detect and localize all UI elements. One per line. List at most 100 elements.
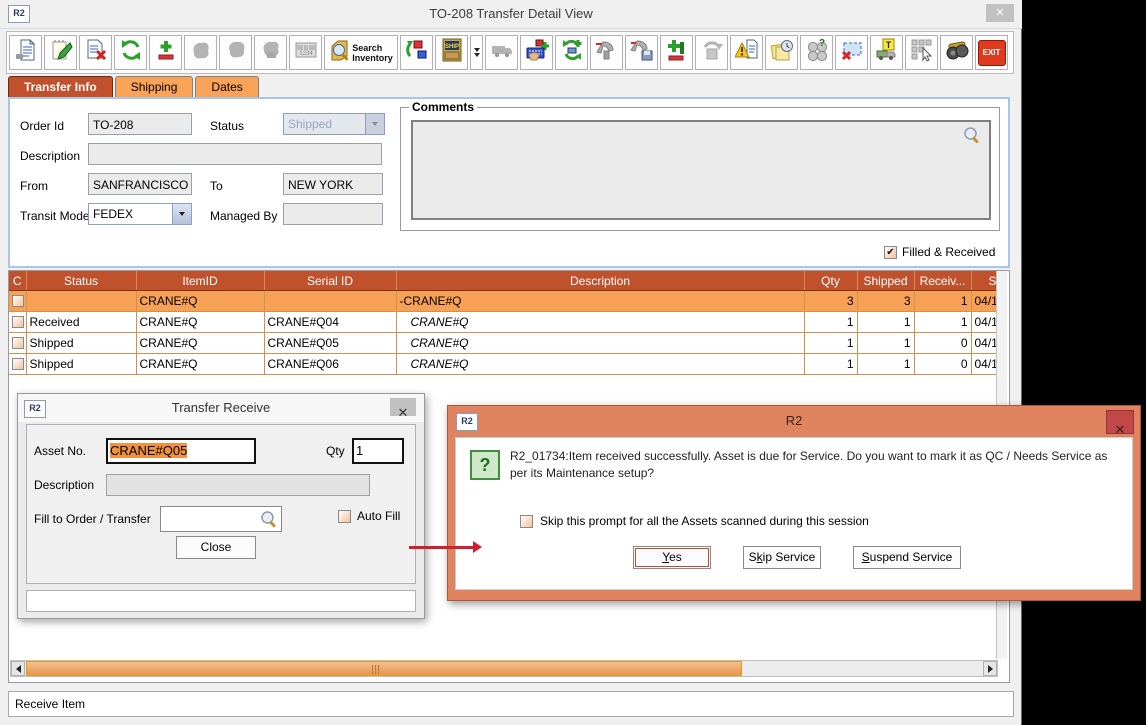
add-item-icon — [154, 38, 178, 67]
fill-item-icon — [189, 38, 213, 67]
col-header-itemid[interactable]: ItemID — [136, 271, 264, 291]
auto-fill-label: Auto Fill — [357, 509, 400, 523]
row-checkbox[interactable] — [12, 337, 24, 349]
comments-group: Comments — [400, 107, 1000, 231]
asset-no-input[interactable]: CRANE#Q05 — [106, 438, 256, 464]
transfer-order-button[interactable] — [400, 35, 433, 70]
new-document-button[interactable] — [9, 35, 42, 70]
auto-fill-row: Auto Fill — [338, 509, 400, 523]
transit-mode-combobox[interactable]: FEDEX — [88, 203, 192, 225]
fill-to-order-input[interactable] — [160, 506, 282, 532]
table-row[interactable]: Received CRANE#Q CRANE#Q04 CRANE#Q 1 1 1… — [9, 312, 999, 333]
transit-dropdown-arrow[interactable] — [172, 204, 191, 224]
comments-label: Comments — [409, 100, 477, 114]
status-label: Status — [210, 119, 244, 133]
tab-shipping[interactable]: Shipping — [115, 76, 194, 97]
add-rail-icon — [665, 38, 689, 67]
scroll-left-button[interactable] — [11, 661, 25, 676]
row-checkbox[interactable] — [12, 316, 24, 328]
receive-refresh-button[interactable] — [555, 35, 588, 70]
transfer-receive-close-button[interactable]: ✕ — [390, 398, 416, 416]
scroll-right-button[interactable] — [983, 661, 997, 676]
fill-item-button-disabled — [184, 35, 217, 70]
scan-save-button[interactable] — [625, 35, 658, 70]
row-checkbox[interactable] — [12, 358, 24, 370]
arrow-left-icon — [16, 665, 21, 673]
ship-options-dropdown[interactable] — [470, 35, 483, 70]
close-button[interactable]: Close — [176, 536, 256, 559]
row-checkbox[interactable] — [12, 295, 24, 307]
browse-assets-button[interactable] — [940, 35, 973, 70]
receive-qty-input[interactable]: 1 — [352, 438, 404, 464]
tab-dates[interactable]: Dates — [195, 76, 258, 97]
order-id-label: Order Id — [20, 119, 64, 133]
skip-prompt-checkbox[interactable] — [520, 515, 533, 528]
notes-history-button[interactable] — [765, 35, 798, 70]
receive-keyboard-button[interactable] — [520, 35, 553, 70]
col-header-serialid[interactable]: Serial ID — [264, 271, 396, 291]
scan-gun-button[interactable] — [590, 35, 623, 70]
browse-assets-icon — [945, 38, 969, 67]
scrollbar-thumb[interactable] — [26, 661, 742, 676]
from-field[interactable]: SANFRANCISCO — [88, 173, 192, 195]
alert-report-button[interactable] — [730, 35, 763, 70]
skip-service-button[interactable]: Skip Service — [743, 546, 821, 569]
managed-by-field[interactable] — [283, 203, 383, 225]
comments-textarea[interactable] — [411, 120, 991, 220]
col-header-c[interactable]: C — [9, 271, 26, 291]
auto-fill-checkbox[interactable] — [338, 510, 351, 523]
swap-icon — [700, 38, 724, 67]
truck-icon — [490, 38, 514, 67]
suspend-service-button[interactable]: Suspend Service — [853, 546, 961, 569]
add-item-button[interactable] — [149, 35, 182, 70]
order-id-field[interactable]: TO-208 — [88, 113, 192, 135]
tab-transfer-info[interactable]: Transfer Info — [8, 76, 113, 97]
table-row[interactable]: CRANE#Q -CRANE#Q 3 3 1 04/19/ — [9, 291, 999, 312]
exit-button[interactable]: EXIT — [975, 35, 1008, 70]
delete-record-icon — [84, 38, 108, 67]
query-assets-button[interactable]: ? — [800, 35, 833, 70]
col-header-date[interactable]: S — [971, 271, 999, 291]
col-header-received[interactable]: Receiv... — [914, 271, 971, 291]
col-header-shipped[interactable]: Shipped — [857, 271, 914, 291]
fill-to-order-label: Fill to Order / Transfer — [34, 512, 151, 526]
receive-keyboard-icon — [525, 38, 549, 67]
clear-selection-button[interactable] — [835, 35, 868, 70]
window-close-button[interactable]: ✕ — [986, 4, 1014, 22]
delete-record-button[interactable] — [79, 35, 112, 70]
dispatch-truck-button[interactable]: T — [870, 35, 903, 70]
status-bar: Receive Item — [8, 691, 1014, 717]
notes-history-icon — [770, 38, 794, 67]
status-combobox: Shipped — [283, 113, 385, 135]
transfer-receive-title: Transfer Receive — [18, 400, 424, 415]
add-rail-button[interactable] — [660, 35, 693, 70]
filled-received-checkbox[interactable]: ✔ — [884, 246, 897, 259]
comments-search-icon[interactable] — [963, 126, 981, 144]
horizontal-scrollbar[interactable] — [10, 660, 998, 677]
r2-dialog-close-button[interactable]: ✕ — [1106, 410, 1134, 434]
thumb-grip — [372, 665, 380, 674]
r2-message-text: R2_01734:Item received successfully. Ass… — [510, 448, 1122, 482]
col-header-status[interactable]: Status — [26, 271, 136, 291]
table-row[interactable]: Shipped CRANE#Q CRANE#Q05 CRANE#Q 1 1 0 … — [9, 333, 999, 354]
skip-prompt-row: Skip this prompt for all the Assets scan… — [520, 514, 869, 528]
receive-qty-label: Qty — [326, 444, 345, 458]
description-field[interactable] — [88, 143, 382, 165]
ship-button[interactable]: SHIP — [435, 35, 468, 70]
col-header-qty[interactable]: Qty — [804, 271, 857, 291]
fill-to-search-icon[interactable] — [260, 510, 278, 528]
edit-record-button[interactable] — [44, 35, 77, 70]
grid-button-disabled — [905, 35, 938, 70]
filled-received-row: ✔ Filled & Received — [884, 245, 995, 259]
transfer-info-panel: Order Id TO-208 Status Shipped Descripti… — [8, 97, 1010, 268]
search-label-line2: Inventory — [352, 53, 393, 63]
fill-asset-button-disabled — [219, 35, 252, 70]
to-field[interactable]: NEW YORK — [283, 173, 383, 195]
col-header-description[interactable]: Description — [396, 271, 804, 291]
yes-button[interactable]: Yes — [633, 546, 711, 569]
desktop: R2 TO-208 Transfer Detail View ✕ 1234 Se… — [0, 0, 1146, 725]
transit-mode-label: Transit Mode — [20, 209, 90, 223]
table-row[interactable]: Shipped CRANE#Q CRANE#Q06 CRANE#Q 1 1 0 … — [9, 354, 999, 375]
search-inventory-button[interactable]: SearchInventory — [324, 35, 398, 70]
refresh-button[interactable] — [114, 35, 147, 70]
